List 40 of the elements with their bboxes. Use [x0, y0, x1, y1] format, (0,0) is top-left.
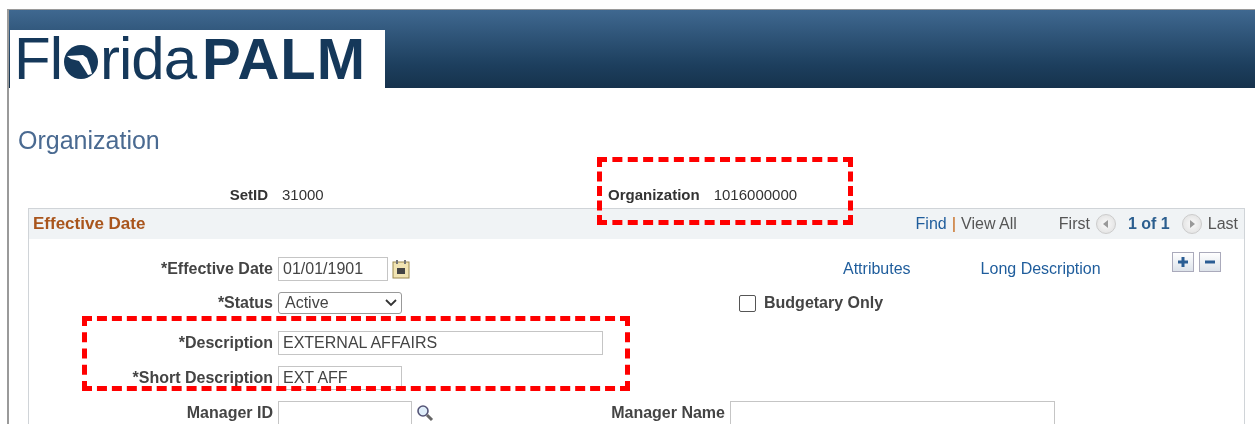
logo: Fl ridaPALM: [10, 30, 385, 88]
triangle-right-icon: [1187, 219, 1196, 229]
field-value: 1016000000: [713, 186, 799, 203]
status-dropdown[interactable]: Active: [278, 292, 402, 314]
field-label: *Description: [177, 334, 273, 352]
triangle-left-icon: [1101, 219, 1110, 229]
date-field[interactable]: 01/01/1901: [278, 257, 388, 281]
checkbox[interactable]: [739, 294, 756, 312]
plus-icon: [1176, 256, 1189, 268]
field-value: 31000: [282, 186, 325, 203]
field-label: Organization: [608, 186, 700, 203]
row-count: 1 of 1: [1127, 215, 1170, 233]
find-link[interactable]: Find: [915, 215, 947, 233]
chevron-down-icon: [385, 299, 397, 307]
delete-row-button[interactable]: [1198, 252, 1221, 272]
checkbox-label: Budgetary Only: [764, 294, 884, 312]
manager-name-field[interactable]: [730, 401, 1055, 424]
last-label: Last: [1207, 215, 1238, 233]
separator: |: [951, 214, 957, 234]
view-all-link[interactable]: View All: [961, 215, 1017, 233]
panel-title: Effective Date: [33, 214, 147, 234]
add-row-button[interactable]: [1171, 252, 1194, 272]
search-icon[interactable]: [416, 404, 434, 422]
long-description-link[interactable]: Long Description: [980, 260, 1101, 278]
page-title: Organization: [18, 126, 161, 156]
field-label: Manager ID: [185, 404, 273, 422]
manager-id-field[interactable]: [278, 401, 412, 424]
field-label: SetID: [228, 186, 268, 203]
florida-map-icon: [63, 44, 99, 80]
short-description-field[interactable]: EXT AFF: [278, 366, 402, 390]
field-label: Manager Name: [610, 404, 725, 422]
next-button[interactable]: [1181, 214, 1202, 234]
description-field[interactable]: EXTERNAL AFFAIRS: [278, 331, 603, 355]
attributes-link[interactable]: Attributes: [843, 260, 911, 278]
calendar-icon[interactable]: [392, 259, 410, 279]
field-label: *Short Description: [131, 369, 273, 387]
previous-button[interactable]: [1095, 214, 1116, 234]
field-label: *Status: [216, 294, 273, 312]
first-label: First: [1058, 215, 1090, 233]
field-label: *Effective Date: [159, 260, 273, 278]
